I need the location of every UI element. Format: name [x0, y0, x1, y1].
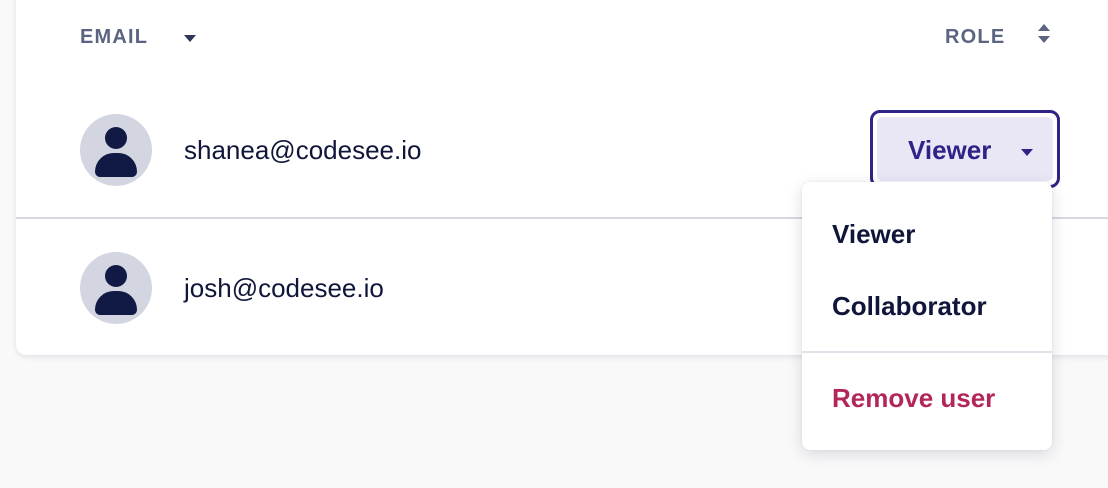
role-option-collaborator[interactable]: Collaborator — [832, 291, 987, 322]
role-option-viewer[interactable]: Viewer — [832, 219, 915, 250]
role-dropdown[interactable]: Viewer — [870, 110, 1060, 188]
user-icon — [80, 114, 152, 186]
caret-down-icon[interactable] — [184, 35, 196, 42]
role-dropdown-value: Viewer — [908, 135, 992, 165]
caret-down-icon — [1021, 149, 1033, 156]
user-email: josh@codesee.io — [184, 273, 384, 303]
column-header-role[interactable]: ROLE — [945, 26, 1005, 49]
user-icon — [80, 252, 152, 324]
sort-icon[interactable] — [1037, 24, 1051, 44]
role-menu: Viewer Collaborator Remove user — [802, 182, 1052, 450]
menu-divider — [802, 351, 1052, 353]
column-header-email[interactable]: EMAIL — [80, 26, 148, 49]
remove-user-button[interactable]: Remove user — [832, 383, 995, 414]
user-email: shanea@codesee.io — [184, 135, 422, 165]
